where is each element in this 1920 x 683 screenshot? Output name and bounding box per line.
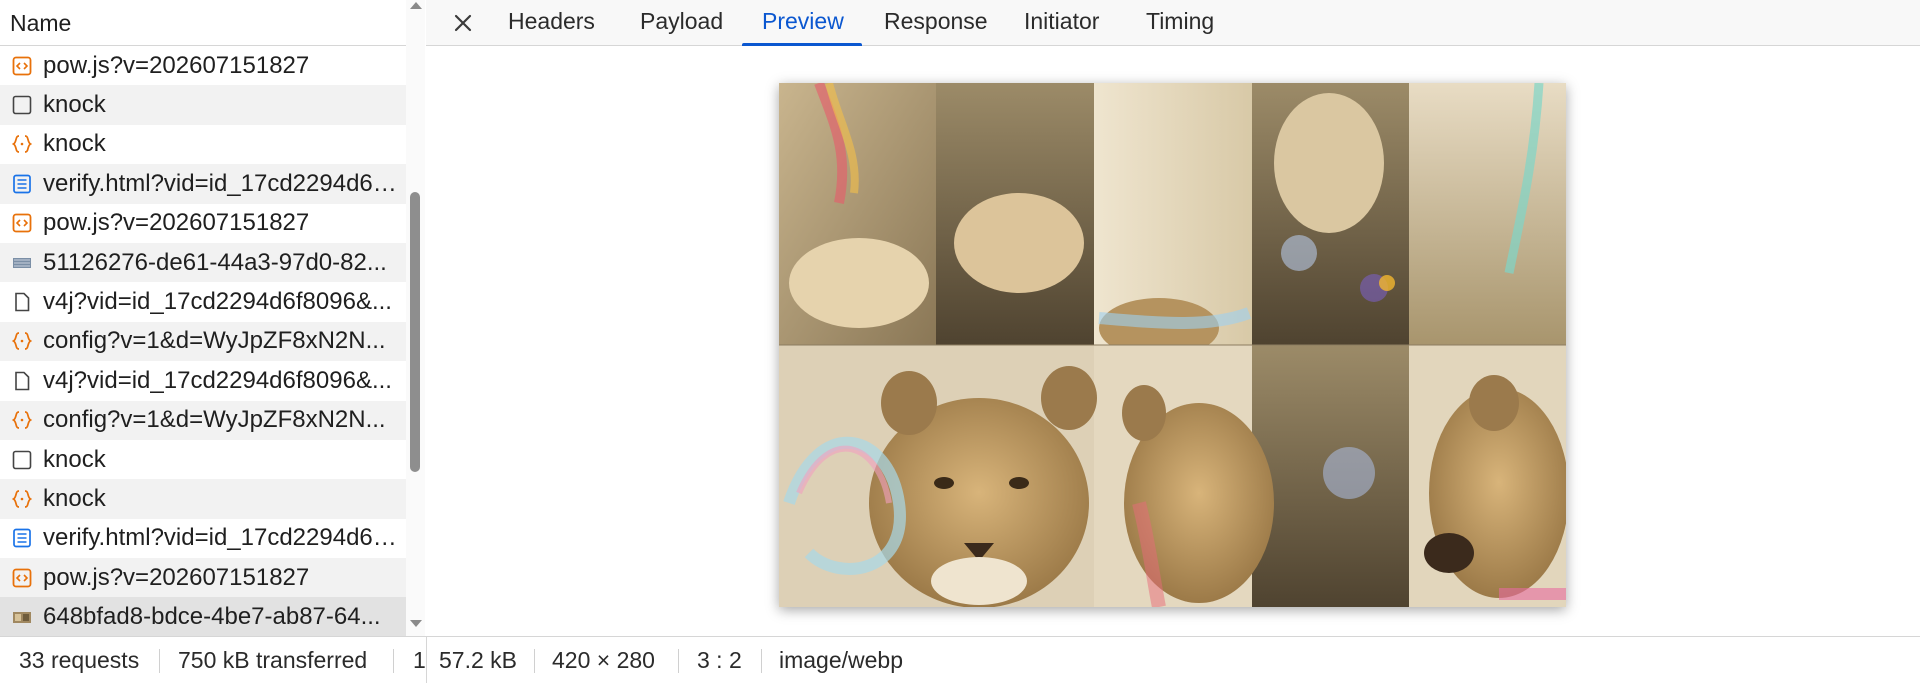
script-icon: [12, 568, 32, 588]
file-icon: [12, 371, 32, 391]
request-count: 33 requests: [19, 647, 140, 673]
request-name: pow.js?v=202607151827: [43, 563, 310, 591]
transferred-size: 750 kB transferred: [178, 647, 368, 673]
request-row[interactable]: v4j?vid=id_17cd2294d6f8096&...: [0, 361, 406, 400]
request-name: knock: [43, 445, 106, 473]
image-thumb-icon: [12, 607, 32, 627]
panel-divider: [426, 637, 427, 683]
status-divider: [534, 649, 535, 673]
request-row[interactable]: 51126276-de61-44a3-97d0-82...: [0, 242, 406, 283]
request-row[interactable]: 648bfad8-bdce-4be7-ab87-64...: [0, 597, 406, 637]
status-divider: [159, 649, 160, 673]
close-icon: [454, 14, 472, 32]
tab-payload[interactable]: Payload: [640, 0, 723, 46]
request-rows: pow.js?v=202607151827 knock knock verify.ht…: [0, 46, 406, 637]
mime-type: image/webp: [779, 647, 904, 673]
checkbox-icon: [12, 450, 32, 470]
truncated-resource-text: 1: [413, 647, 426, 673]
request-name: verify.html?vid=id_17cd2294d6f8096&...: [43, 169, 398, 197]
preview-pane: [426, 46, 1920, 636]
request-row[interactable]: v4j?vid=id_17cd2294d6f8096&...: [0, 282, 406, 321]
details-panel: Headers Payload Preview Response Initiat…: [426, 0, 1920, 636]
request-row[interactable]: verify.html?vid=id_17cd2294d6f8096&...: [0, 164, 406, 204]
tab-headers[interactable]: Headers: [508, 0, 595, 46]
request-name: knock: [43, 130, 106, 158]
request-row[interactable]: knock: [0, 85, 406, 125]
image-icon: [12, 253, 32, 273]
request-row[interactable]: knock: [0, 440, 406, 479]
document-icon: [12, 528, 32, 548]
fetch-icon: [12, 331, 32, 351]
fetch-icon: [12, 489, 32, 509]
tab-response[interactable]: Response: [884, 0, 988, 46]
request-row[interactable]: pow.js?v=202607151827: [0, 46, 406, 85]
scroll-down-icon[interactable]: [410, 620, 422, 627]
request-name: pow.js?v=202607151827: [43, 51, 310, 79]
request-row[interactable]: knock: [0, 479, 406, 519]
tab-initiator[interactable]: Initiator: [1024, 0, 1099, 46]
image-size: 57.2 kB: [439, 647, 517, 673]
aspect-ratio: 3 : 2: [697, 647, 742, 673]
request-name: pow.js?v=202607151827: [43, 209, 310, 237]
details-tab-bar: Headers Payload Preview Response Initiat…: [426, 0, 1920, 46]
tab-preview[interactable]: Preview: [762, 0, 844, 46]
close-button[interactable]: [446, 6, 480, 40]
status-divider: [761, 649, 762, 673]
request-name: 648bfad8-bdce-4be7-ab87-64...: [43, 603, 381, 631]
image-preview: [779, 83, 1566, 607]
name-column-header[interactable]: Name: [0, 0, 406, 46]
scrollbar-thumb[interactable]: [410, 191, 420, 472]
checkbox-icon: [12, 95, 32, 115]
scroll-up-icon[interactable]: [410, 2, 422, 9]
request-list-scrollbar[interactable]: [406, 0, 425, 636]
request-name: 51126276-de61-44a3-97d0-82...: [43, 248, 387, 276]
lion-collage-image: [779, 83, 1566, 607]
tab-timing[interactable]: Timing: [1146, 0, 1214, 46]
request-row[interactable]: pow.js?v=202607151827: [0, 204, 406, 243]
request-row[interactable]: config?v=1&d=WyJpZF8xN2N...: [0, 321, 406, 362]
script-icon: [12, 56, 32, 76]
image-dimensions: 420 × 280: [552, 647, 655, 673]
request-name: v4j?vid=id_17cd2294d6f8096&...: [43, 366, 392, 394]
request-name: knock: [43, 91, 106, 119]
script-icon: [12, 213, 32, 233]
request-row[interactable]: knock: [0, 125, 406, 164]
request-name: config?v=1&d=WyJpZF8xN2N...: [43, 406, 386, 434]
file-icon: [12, 292, 32, 312]
fetch-icon: [12, 410, 32, 430]
request-list-panel: Name pow.js?v=202607151827 knock knock veri…: [0, 0, 425, 637]
fetch-icon: [12, 134, 32, 154]
document-icon: [12, 174, 32, 194]
request-name: verify.html?vid=id_17cd2294d6f8096&...: [43, 524, 398, 552]
request-row[interactable]: config?v=1&d=WyJpZF8xN2N...: [0, 400, 406, 440]
request-row[interactable]: verify.html?vid=id_17cd2294d6f8096&...: [0, 519, 406, 558]
request-name: knock: [43, 484, 106, 512]
request-name: v4j?vid=id_17cd2294d6f8096&...: [43, 288, 392, 316]
status-divider: [678, 649, 679, 673]
status-divider: [393, 649, 394, 673]
status-bar: 33 requests 750 kB transferred 1 57.2 kB…: [0, 636, 1920, 683]
request-row[interactable]: pow.js?v=202607151827: [0, 558, 406, 598]
request-name: config?v=1&d=WyJpZF8xN2N...: [43, 327, 386, 355]
